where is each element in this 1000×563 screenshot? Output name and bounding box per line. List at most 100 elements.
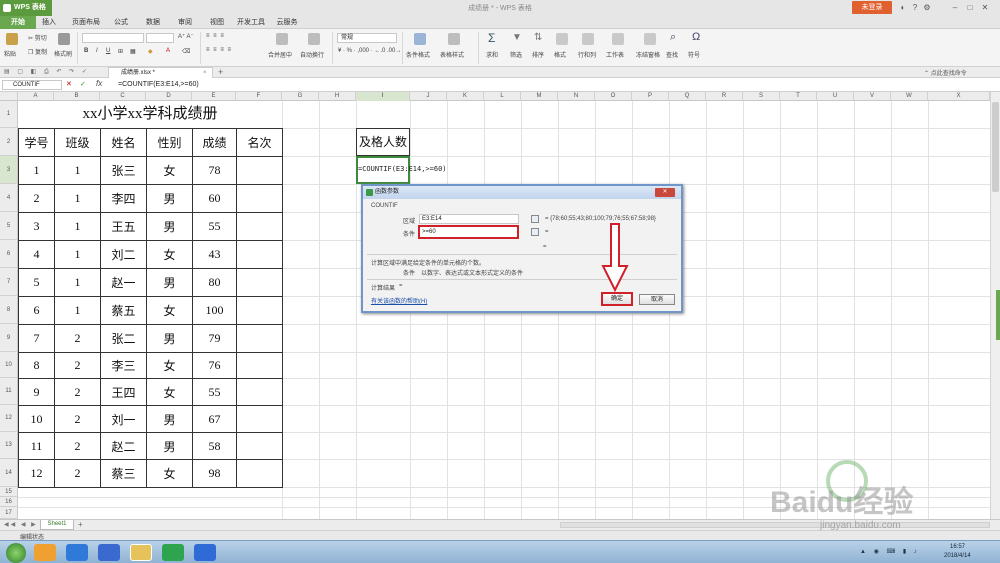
row-header[interactable]: 2 bbox=[0, 128, 18, 156]
row-header[interactable]: 12 bbox=[0, 405, 18, 432]
table-cell[interactable]: 李三 bbox=[100, 352, 147, 379]
range-picker-icon[interactable] bbox=[531, 215, 539, 223]
row-header[interactable]: 17 bbox=[0, 507, 18, 519]
quick-access-icons[interactable]: ▤ ▢ ◧ ⎙ ↶ ↷ ✓ bbox=[4, 68, 90, 76]
formula-input[interactable]: =COUNTIF(E3:E14,>=60) bbox=[118, 80, 199, 90]
taskbar-player-icon[interactable] bbox=[98, 544, 120, 561]
table-cell[interactable]: 王五 bbox=[100, 212, 147, 241]
table-cell[interactable]: 2 bbox=[54, 324, 101, 353]
taskbar-wps-sheet-icon[interactable] bbox=[162, 544, 184, 561]
system-tray-icons[interactable]: ▲ ◉ ⌨ ▮ ♪ bbox=[860, 548, 920, 555]
table-cell[interactable]: 9 bbox=[18, 378, 55, 406]
column-header[interactable]: K bbox=[447, 92, 484, 101]
row-header-selected[interactable]: 3 bbox=[0, 156, 18, 184]
column-header[interactable]: C bbox=[100, 92, 146, 101]
column-header[interactable]: T bbox=[780, 92, 817, 101]
table-cell[interactable]: 2 bbox=[18, 184, 55, 213]
table-cell[interactable]: 6 bbox=[18, 296, 55, 325]
table-cell[interactable]: 7 bbox=[18, 324, 55, 353]
font-color-icon[interactable]: A bbox=[166, 48, 170, 54]
taskbar-windows-icon[interactable] bbox=[34, 544, 56, 561]
table-cell[interactable]: 11 bbox=[18, 432, 55, 460]
table-cell[interactable]: 女 bbox=[146, 352, 193, 379]
tab-view[interactable]: 视图 bbox=[204, 16, 230, 29]
table-cell[interactable]: 98 bbox=[192, 459, 237, 488]
table-cell[interactable] bbox=[236, 405, 283, 433]
column-header[interactable]: X bbox=[928, 92, 990, 101]
table-cell[interactable] bbox=[236, 296, 283, 325]
border-icon[interactable]: ⊞ bbox=[118, 48, 123, 55]
table-cell[interactable]: 男 bbox=[146, 184, 193, 213]
align-left-icons[interactable]: ≡ ≡ ≡ ≡ bbox=[206, 47, 232, 53]
table-cell[interactable]: 2 bbox=[54, 459, 101, 488]
row-header[interactable]: 11 bbox=[0, 378, 18, 405]
row-header[interactable]: 6 bbox=[0, 240, 18, 268]
tab-home[interactable]: 开始 bbox=[0, 16, 36, 29]
table-cell[interactable]: 2 bbox=[54, 378, 101, 406]
row-header[interactable]: 8 bbox=[0, 296, 18, 324]
row-header[interactable]: 15 bbox=[0, 487, 18, 497]
login-button[interactable]: 未登录 bbox=[852, 1, 892, 14]
column-header[interactable]: L bbox=[484, 92, 521, 101]
table-cell[interactable]: 1 bbox=[54, 296, 101, 325]
table-cell[interactable]: 12 bbox=[18, 459, 55, 488]
table-cell[interactable]: 55 bbox=[192, 212, 237, 241]
header-cell[interactable]: 班级 bbox=[54, 128, 101, 157]
table-cell[interactable]: 1 bbox=[18, 156, 55, 185]
font-name-select[interactable] bbox=[82, 33, 144, 43]
header-cell[interactable]: 名次 bbox=[236, 128, 283, 157]
row-header[interactable]: 9 bbox=[0, 324, 18, 352]
wrap-text-icon[interactable] bbox=[308, 33, 320, 45]
taskbar-ie-icon[interactable] bbox=[66, 544, 88, 561]
column-header[interactable]: J bbox=[410, 92, 447, 101]
symbol-icon[interactable]: Ω bbox=[692, 31, 700, 43]
search-command-label[interactable]: ⌃ 点此查找命令 bbox=[924, 68, 967, 77]
row-header[interactable]: 13 bbox=[0, 432, 18, 459]
table-cell[interactable] bbox=[236, 352, 283, 379]
table-cell[interactable]: 李四 bbox=[100, 184, 147, 213]
wrap-text-button[interactable]: 自动换行 bbox=[300, 50, 324, 59]
table-cell[interactable]: 4 bbox=[18, 240, 55, 269]
table-cell[interactable]: 张二 bbox=[100, 324, 147, 353]
taskbar-explorer-icon[interactable] bbox=[130, 544, 152, 561]
insert-function-icon[interactable]: fx bbox=[96, 79, 102, 88]
column-header[interactable]: M bbox=[521, 92, 558, 101]
table-cell[interactable]: 女 bbox=[146, 296, 193, 325]
table-cell[interactable]: 男 bbox=[146, 405, 193, 433]
table-cell[interactable]: 78 bbox=[192, 156, 237, 185]
table-cell[interactable]: 男 bbox=[146, 432, 193, 460]
header-cell[interactable]: 学号 bbox=[18, 128, 55, 157]
table-cell[interactable]: 刘一 bbox=[100, 405, 147, 433]
table-cell[interactable] bbox=[236, 378, 283, 406]
freeze-icon[interactable] bbox=[644, 33, 656, 45]
table-cell[interactable] bbox=[236, 212, 283, 241]
number-format-icons[interactable]: ¥ · % · ,000 · ←.0 .00→ bbox=[338, 48, 401, 54]
table-cell[interactable]: 2 bbox=[54, 405, 101, 433]
row-header[interactable]: 10 bbox=[0, 352, 18, 378]
table-cell[interactable]: 43 bbox=[192, 240, 237, 269]
row-header[interactable]: 7 bbox=[0, 268, 18, 296]
table-cell[interactable]: 1 bbox=[54, 268, 101, 297]
row-header[interactable]: 1 bbox=[0, 101, 18, 128]
table-cell[interactable]: 女 bbox=[146, 459, 193, 488]
table-cell[interactable]: 男 bbox=[146, 212, 193, 241]
table-cell[interactable]: 55 bbox=[192, 378, 237, 406]
sort-icon[interactable]: ⇅ bbox=[534, 32, 542, 43]
table-cell[interactable]: 60 bbox=[192, 184, 237, 213]
close-icon[interactable]: ✕ bbox=[980, 2, 990, 13]
column-header[interactable]: B bbox=[54, 92, 100, 101]
table-cell[interactable] bbox=[236, 459, 283, 488]
find-button[interactable]: 查找 bbox=[666, 50, 678, 59]
table-cell[interactable]: 赵一 bbox=[100, 268, 147, 297]
scrollbar-thumb[interactable] bbox=[992, 102, 999, 192]
bold-icon[interactable]: B bbox=[84, 48, 88, 54]
row-header[interactable]: 16 bbox=[0, 497, 18, 507]
table-cell[interactable]: 蔡五 bbox=[100, 296, 147, 325]
font-grow-icon[interactable]: A⁺ A⁻ bbox=[178, 33, 194, 40]
range-input[interactable]: E3:E14 bbox=[419, 214, 519, 224]
table-cell[interactable]: 赵二 bbox=[100, 432, 147, 460]
pass-count-label-cell[interactable]: 及格人数 bbox=[356, 128, 410, 156]
table-cell[interactable]: 67 bbox=[192, 405, 237, 433]
worksheet-button[interactable]: 工作表 bbox=[606, 50, 624, 59]
table-cell[interactable] bbox=[236, 432, 283, 460]
